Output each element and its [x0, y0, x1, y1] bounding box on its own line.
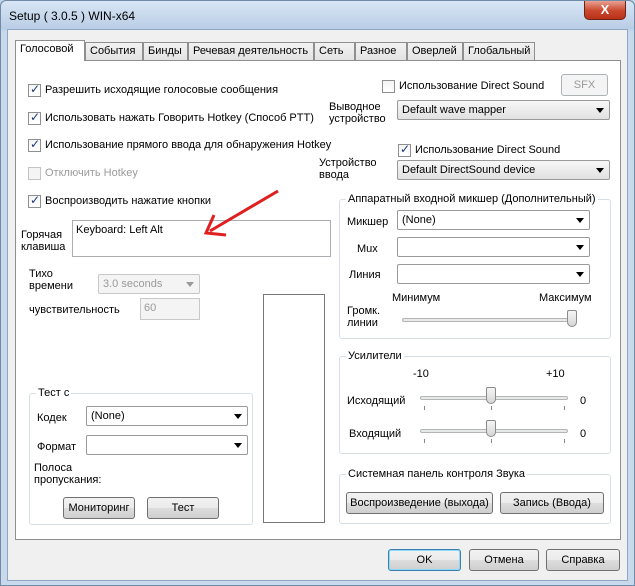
sensitivity-field[interactable]: 60	[140, 298, 200, 320]
setup-window: Setup ( 3.0.5 ) WIN-x64 X Голосовой Собы…	[0, 0, 635, 586]
line-label: Линия	[349, 269, 381, 281]
amplifiers-group: Усилители -10 +10 Исходящий 0 Входящий 0	[339, 350, 611, 454]
disable-hotkey-checkbox[interactable]	[28, 167, 41, 180]
tab-speech-activity[interactable]: Речевая деятельность	[188, 42, 314, 60]
chevron-down-icon	[596, 168, 604, 173]
input-device-value: Default DirectSound device	[402, 164, 536, 176]
title-bar[interactable]: Setup ( 3.0.5 ) WIN-x64 X	[1, 1, 634, 29]
format-label: Формат	[37, 441, 77, 453]
mux-label: Mux	[357, 243, 378, 255]
mixer-label: Микшер	[347, 216, 389, 228]
ok-button[interactable]: OK	[388, 549, 461, 571]
incoming-thumb[interactable]	[486, 420, 496, 437]
hardware-mixer-group: Аппаратный входной микшер (Дополнительны…	[339, 193, 611, 339]
tick-mark	[491, 406, 492, 410]
tick-mark	[424, 439, 425, 443]
tick-mark	[424, 406, 425, 410]
cancel-button[interactable]: Отмена	[469, 549, 539, 571]
test-group-title: Тест с	[36, 387, 72, 399]
output-device-label: Выводное устройство	[329, 101, 386, 125]
line-volume-label: Громк. линии	[347, 305, 381, 329]
mixer-value: (None)	[402, 214, 436, 226]
input-device-select[interactable]: Default DirectSound device	[397, 160, 610, 180]
silence-value: 3.0 seconds	[103, 278, 163, 290]
chevron-down-icon	[576, 218, 584, 223]
codec-value: (None)	[91, 410, 125, 422]
tab-events[interactable]: События	[85, 42, 143, 60]
bandwidth-label: Полоса пропускания:	[34, 462, 102, 486]
level-meter	[263, 294, 325, 523]
test-button[interactable]: Тест	[147, 497, 219, 519]
output-direct-sound-checkbox[interactable]	[382, 80, 395, 93]
direct-detect-checkbox[interactable]	[28, 137, 41, 152]
sound-control-panel-title: Системная панель контроля Звука	[346, 468, 528, 480]
amplifiers-title: Усилители	[346, 350, 404, 362]
dialog-client-area: Голосовой События Бинды Речевая деятельн…	[7, 29, 628, 581]
output-device-select[interactable]: Default wave mapper	[397, 100, 610, 120]
sfx-button[interactable]: SFX	[561, 74, 608, 96]
codec-select[interactable]: (None)	[86, 406, 248, 426]
hardware-mixer-title: Аппаратный входной микшер (Дополнительны…	[346, 193, 598, 205]
outgoing-label: Исходящий	[347, 395, 406, 407]
chevron-down-icon	[186, 282, 194, 287]
play-key-press-checkbox[interactable]	[28, 193, 41, 208]
tab-network[interactable]: Сеть	[314, 42, 355, 60]
window-title: Setup ( 3.0.5 ) WIN-x64	[9, 9, 136, 23]
sound-control-panel-group: Системная панель контроля Звука Воспроиз…	[339, 468, 611, 524]
monitor-button[interactable]: Мониторинг	[63, 497, 135, 519]
format-select[interactable]	[86, 435, 248, 455]
tab-overlay[interactable]: Оверлей	[407, 42, 463, 60]
play-key-press-label: Воспроизводить нажатие кнопки	[45, 195, 212, 207]
help-button[interactable]: Справка	[546, 549, 620, 571]
chevron-down-icon	[576, 245, 584, 250]
input-direct-sound-label: Использование Direct Sound	[415, 144, 561, 156]
line-volume-thumb[interactable]	[567, 310, 577, 327]
amp-max-label: +10	[546, 368, 565, 380]
hotkey-label: Горячая клавиша	[21, 229, 66, 253]
test-group: Тест с Кодек (None) Формат Полоса пропус…	[29, 387, 253, 525]
output-direct-sound-label: Использование Direct Sound	[399, 80, 545, 92]
tab-misc[interactable]: Разное	[355, 42, 407, 60]
tick-mark	[564, 406, 565, 410]
use-ptt-label: Использовать нажать Говорить Hotkey (Спо…	[45, 112, 314, 124]
mixer-select[interactable]: (None)	[397, 210, 590, 230]
line-select[interactable]	[397, 264, 590, 284]
annotation-arrow-icon	[203, 189, 279, 237]
voice-tab-panel: Разрешить исходящие голосовые сообщения …	[15, 60, 621, 540]
mux-select[interactable]	[397, 237, 590, 257]
record-button[interactable]: Запись (Ввода)	[500, 492, 604, 514]
close-button[interactable]: X	[584, 1, 626, 20]
incoming-label: Входящий	[349, 428, 402, 440]
silence-label: Тихо времени	[29, 268, 73, 292]
direct-detect-label: Использование прямого ввода для обнаруже…	[45, 139, 332, 151]
input-direct-sound-checkbox[interactable]	[398, 142, 411, 157]
output-device-value: Default wave mapper	[402, 104, 506, 116]
allow-outgoing-label: Разрешить исходящие голосовые сообщения	[45, 84, 279, 96]
use-ptt-checkbox[interactable]	[28, 110, 41, 125]
line-volume-track[interactable]	[402, 318, 577, 322]
chevron-down-icon	[234, 414, 242, 419]
mixer-max-label: Максимум	[539, 292, 592, 304]
tab-voice[interactable]: Голосовой	[15, 40, 85, 61]
outgoing-thumb[interactable]	[486, 387, 496, 404]
codec-label: Кодек	[37, 412, 67, 424]
outgoing-value: 0	[580, 395, 587, 407]
tick-mark	[491, 439, 492, 443]
chevron-down-icon	[234, 443, 242, 448]
amp-min-label: -10	[413, 368, 429, 380]
input-device-label: Устройство ввода	[319, 157, 377, 181]
sensitivity-label: чувствительность	[29, 304, 120, 316]
disable-hotkey-label: Отключить Hotkey	[45, 167, 138, 179]
incoming-value: 0	[580, 428, 587, 440]
chevron-down-icon	[596, 108, 604, 113]
tab-binds[interactable]: Бинды	[143, 42, 188, 60]
tick-mark	[564, 439, 565, 443]
chevron-down-icon	[576, 272, 584, 277]
mixer-min-label: Минимум	[392, 292, 441, 304]
allow-outgoing-checkbox[interactable]	[28, 82, 41, 97]
tab-global[interactable]: Глобальный	[463, 42, 535, 60]
silence-select[interactable]: 3.0 seconds	[98, 274, 200, 294]
playback-button[interactable]: Воспроизведение (выхода)	[346, 492, 493, 514]
